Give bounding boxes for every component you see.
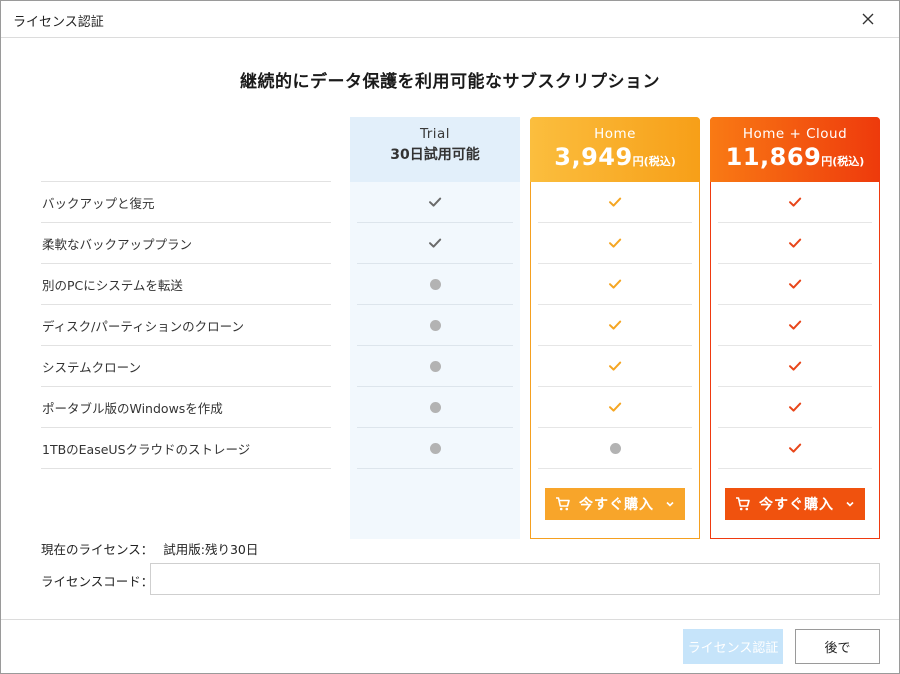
check-icon xyxy=(789,443,802,453)
feature-cell xyxy=(357,305,513,346)
dot-icon xyxy=(429,278,441,290)
feature-cell xyxy=(718,428,872,469)
feature-cell xyxy=(357,428,513,469)
buy-now-button-home[interactable]: 今すぐ購入 xyxy=(545,488,685,520)
check-icon xyxy=(789,197,802,207)
check-icon xyxy=(789,402,802,412)
chevron-down-icon[interactable] xyxy=(845,499,855,509)
feature-cell xyxy=(357,223,513,264)
later-button[interactable]: 後で xyxy=(795,629,880,664)
page-heading: 継続的にデータ保護を利用可能なサブスクリプション xyxy=(240,72,660,92)
feature-cell xyxy=(718,305,872,346)
plan-header-home-cloud: Home + Cloud 11,869円(税込) xyxy=(710,117,880,182)
check-icon xyxy=(609,402,622,412)
feature-cell xyxy=(538,428,692,469)
plan-name: Home xyxy=(594,126,636,142)
feature-item: システムクローン xyxy=(41,345,331,386)
dot-icon xyxy=(429,442,441,454)
dot-icon xyxy=(429,319,441,331)
check-icon xyxy=(789,238,802,248)
cart-icon xyxy=(736,497,750,511)
plan-header-home: Home 3,949円(税込) xyxy=(530,117,700,182)
divider xyxy=(41,468,331,469)
license-code-input[interactable] xyxy=(150,563,880,595)
title-bar: ライセンス認証 xyxy=(1,1,899,38)
footer: ライセンス認証 後で xyxy=(1,619,899,673)
plan-price: 11,869円(税込) xyxy=(710,143,880,171)
check-icon xyxy=(789,361,802,371)
feature-cell xyxy=(718,223,872,264)
price-amount: 3,949 xyxy=(554,143,633,171)
feature-cell xyxy=(357,387,513,428)
check-icon xyxy=(789,279,802,289)
feature-cells xyxy=(350,182,520,469)
feature-cell xyxy=(718,346,872,387)
check-icon xyxy=(609,361,622,371)
buy-label: 今すぐ購入 xyxy=(579,497,654,513)
feature-item: 別のPCにシステムを転送 xyxy=(41,263,331,304)
chevron-down-icon[interactable] xyxy=(665,499,675,509)
check-icon xyxy=(429,197,442,207)
price-amount: 11,869 xyxy=(725,143,822,171)
plan-column-home: Home 3,949円(税込) 今すぐ購入 xyxy=(530,117,700,539)
license-dialog: ライセンス認証 継続的にデータ保護を利用可能なサブスクリプション バックアップと… xyxy=(0,0,900,674)
check-icon xyxy=(609,279,622,289)
feature-cells xyxy=(531,182,699,469)
feature-cell xyxy=(538,387,692,428)
check-icon xyxy=(609,197,622,207)
feature-cell xyxy=(718,264,872,305)
plan-subtitle: 30日試用可能 xyxy=(390,147,480,163)
feature-cell xyxy=(538,264,692,305)
dot-icon xyxy=(429,401,441,413)
dot-icon xyxy=(609,442,621,454)
plan-name: Home + Cloud xyxy=(742,126,848,142)
check-icon xyxy=(789,320,802,330)
check-icon xyxy=(609,320,622,330)
feature-list: バックアップと復元 柔軟なバックアッププラン 別のPCにシステムを転送 ディスク… xyxy=(41,181,331,469)
feature-cell xyxy=(538,223,692,264)
plan-name: Trial xyxy=(419,126,451,142)
feature-cell xyxy=(357,346,513,387)
feature-item: バックアップと復元 xyxy=(41,181,331,222)
cart-icon xyxy=(556,497,570,511)
dot-icon xyxy=(429,360,441,372)
buy-label: 今すぐ購入 xyxy=(759,497,834,513)
feature-item: ディスク/パーティションのクローン xyxy=(41,304,331,345)
license-code-label: ライセンスコード： xyxy=(41,574,154,589)
plan-column-trial: Trial 30日試用可能 xyxy=(350,117,520,539)
plan-price: 3,949円(税込) xyxy=(530,143,700,171)
feature-item: 柔軟なバックアッププラン xyxy=(41,222,331,263)
feature-cells xyxy=(711,182,879,469)
check-icon xyxy=(429,238,442,248)
activate-button[interactable]: ライセンス認証 xyxy=(683,629,783,664)
feature-cell xyxy=(718,182,872,223)
check-icon xyxy=(609,238,622,248)
buy-now-button-home-cloud[interactable]: 今すぐ購入 xyxy=(725,488,865,520)
price-unit: 円(税込) xyxy=(632,155,676,168)
feature-cell xyxy=(538,182,692,223)
feature-cell xyxy=(357,264,513,305)
current-license-value: 試用版:残り30日 xyxy=(163,542,259,557)
close-icon xyxy=(862,13,874,25)
feature-item: 1TBのEaseUSクラウドのストレージ xyxy=(41,427,331,468)
plan-header-trial: Trial 30日試用可能 xyxy=(350,117,520,182)
current-license: 現在のライセンス： 試用版:残り30日 xyxy=(41,539,258,558)
price-unit: 円(税込) xyxy=(821,155,865,168)
feature-cell xyxy=(538,305,692,346)
feature-cell xyxy=(538,346,692,387)
feature-cell xyxy=(718,387,872,428)
window-title: ライセンス認証 xyxy=(13,15,104,30)
close-button[interactable] xyxy=(859,10,877,28)
current-license-label: 現在のライセンス： xyxy=(41,542,154,557)
feature-cell xyxy=(357,182,513,223)
feature-item: ポータブル版のWindowsを作成 xyxy=(41,386,331,427)
plan-column-home-cloud: Home + Cloud 11,869円(税込) 今すぐ購入 xyxy=(710,117,880,539)
